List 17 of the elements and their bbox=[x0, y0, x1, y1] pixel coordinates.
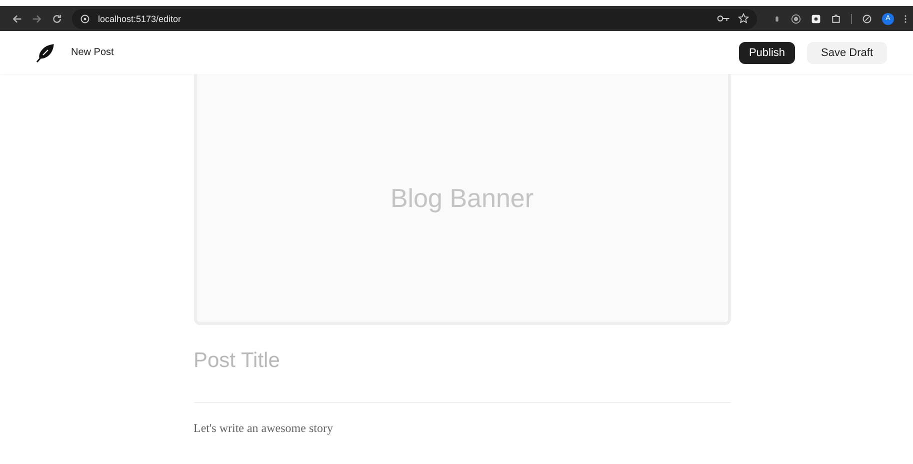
record-icon[interactable] bbox=[791, 14, 801, 24]
title-field[interactable]: Post Title bbox=[194, 346, 730, 376]
menu-icon[interactable] bbox=[904, 14, 907, 24]
address-bar[interactable]: localhost:5173/editor bbox=[72, 8, 757, 28]
publish-button[interactable]: Publish bbox=[738, 42, 796, 64]
url-text: localhost:5173/editor bbox=[98, 14, 182, 24]
story-field[interactable]: Let's write an awesome story bbox=[194, 419, 730, 437]
star-icon[interactable] bbox=[738, 13, 749, 24]
site-info-icon[interactable] bbox=[80, 14, 90, 24]
page-title: New Post bbox=[71, 47, 114, 58]
key-icon[interactable] bbox=[717, 14, 730, 23]
back-icon[interactable] bbox=[12, 14, 22, 24]
save-draft-button[interactable]: Save Draft bbox=[807, 42, 887, 64]
puzzle-icon[interactable] bbox=[831, 14, 841, 24]
feather-logo-icon[interactable] bbox=[35, 42, 55, 62]
reload-icon[interactable] bbox=[52, 14, 62, 24]
forward-icon[interactable] bbox=[32, 14, 42, 24]
